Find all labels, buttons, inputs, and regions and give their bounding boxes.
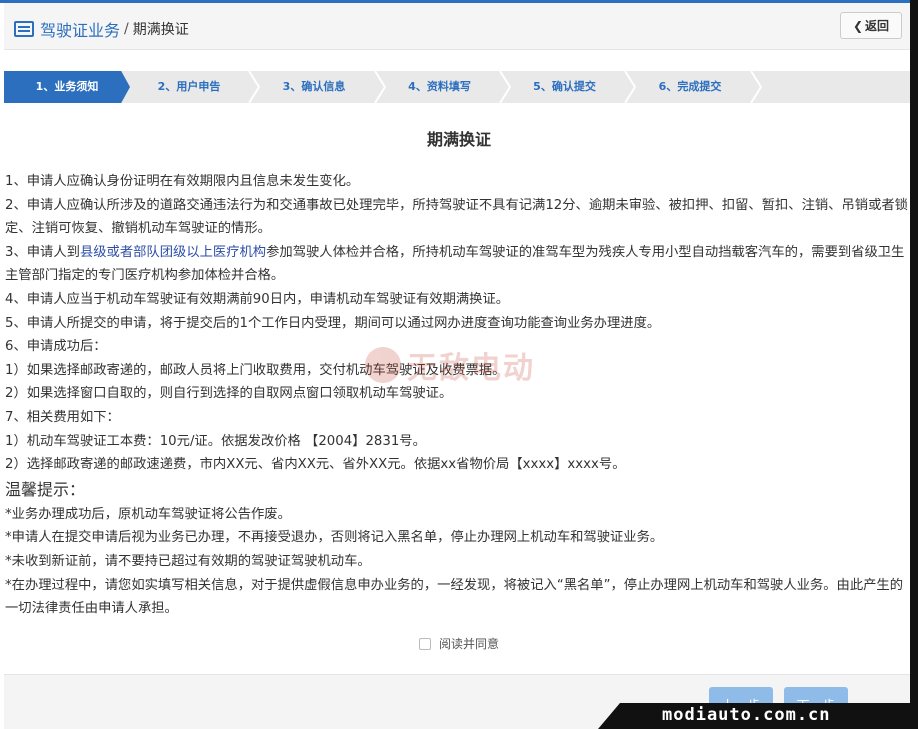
tip-item: *在办理过程中，请您如实填写相关信息，对于提供虚假信息申办业务的，一经发现，将被… bbox=[5, 577, 904, 617]
tip-item: *业务办理成功后，原机动车驾驶证将公告作废。 bbox=[5, 506, 291, 522]
step-2: 2、用户申告 bbox=[130, 71, 248, 103]
notice-subitem: 2）选择邮政寄递的邮政速递费，市内XX元、省内XX元、省外XX元。依据xx省物价… bbox=[5, 457, 626, 473]
agree-checkbox[interactable] bbox=[418, 637, 431, 650]
tip-item: *未收到新证前，请不要持已超过有效期的驾驶证驾驶机动车。 bbox=[5, 553, 371, 569]
site-watermark: 无敌电动 bbox=[365, 343, 535, 387]
breadcrumb-separator: / bbox=[124, 21, 129, 37]
notice-item: 5、申请人所提交的申请，将于提交后的1个工作日内受理，期间可以通过网办进度查询功… bbox=[5, 315, 661, 331]
chevron-left-icon: ❮ bbox=[852, 18, 864, 33]
step-label: 5、确认提交 bbox=[533, 80, 596, 93]
breadcrumb-current: 期满换证 bbox=[132, 22, 189, 38]
tip-item: *申请人在提交申请后视为业务已办理，不再接受退办，否则将记入黑名单，停止办理网上… bbox=[5, 530, 664, 546]
notice-item: 1、申请人应确认身份证明在有效期限内且信息未发生变化。 bbox=[5, 174, 360, 189]
notice-content: 1、申请人应确认身份证明在有效期限内且信息未发生变化。 2、申请人应确认所涉及的… bbox=[5, 170, 910, 621]
watermark-text: 无敌电动 bbox=[407, 351, 535, 386]
tips-title: 温馨提示： bbox=[5, 479, 86, 499]
notice-item: 2、申请人应确认所涉及的道路交通违法行为和交通事故已处理完毕，所持驾驶证不具有记… bbox=[5, 197, 908, 237]
step-label: 3、确认信息 bbox=[282, 80, 346, 93]
step-label: 2、用户申告 bbox=[157, 80, 221, 93]
notice-subitem: 1）机动车驾驶证工本费：10元/证。依据发改价格 【2004】2831号。 bbox=[5, 433, 426, 449]
page-title: 期满换证 bbox=[426, 130, 491, 149]
agree-row: 阅读并同意 bbox=[0, 635, 918, 652]
notice-item: 3、申请人到县级或者部队团级以上医疗机构参加驾驶人体检并合格，所持机动车驾驶证的… bbox=[5, 241, 910, 288]
highlight-text: 县级或者部队团级以上医疗机构 bbox=[79, 244, 267, 260]
breadcrumb: 驾驶证业务 / 期满换证 bbox=[14, 17, 189, 41]
agree-label[interactable]: 阅读并同意 bbox=[439, 635, 499, 652]
step-label: 4、资料填写 bbox=[408, 80, 471, 93]
list-icon bbox=[14, 21, 34, 37]
watermark-site-text: modiauto.com.cn bbox=[662, 705, 831, 725]
notice-text: 3、申请人到 bbox=[5, 244, 80, 260]
step-3: 3、确认信息 bbox=[254, 71, 374, 103]
step-label: 6、完成提交 bbox=[658, 80, 722, 93]
watermark-logo-icon bbox=[365, 347, 401, 383]
page-header: 驾驶证业务 / 期满换证 ❮ 返回 bbox=[4, 3, 910, 50]
notice-item: 4、申请人应当于机动车驾驶证有效期满前90日内，申请机动车驾驶证有效期满换证。 bbox=[5, 291, 510, 307]
step-4: 4、资料填写 bbox=[380, 71, 499, 103]
step-1: 1、业务须知 bbox=[4, 71, 130, 103]
back-button[interactable]: ❮ 返回 bbox=[840, 12, 902, 39]
notice-item: 7、相关费用如下： bbox=[5, 409, 120, 425]
step-label: 1、业务须知 bbox=[35, 80, 99, 93]
step-5: 5、确认提交 bbox=[505, 71, 624, 103]
back-button-label: 返回 bbox=[865, 19, 890, 33]
step-divider-icon bbox=[750, 71, 762, 103]
step-6: 6、完成提交 bbox=[630, 71, 750, 103]
step-progress-bar: 1、业务须知 2、用户申告 3、确认信息 4、资料填写 5、确认提交 6、完成提… bbox=[4, 71, 910, 103]
breadcrumb-main[interactable]: 驾驶证业务 bbox=[40, 17, 120, 41]
scrollbar[interactable] bbox=[910, 0, 918, 729]
